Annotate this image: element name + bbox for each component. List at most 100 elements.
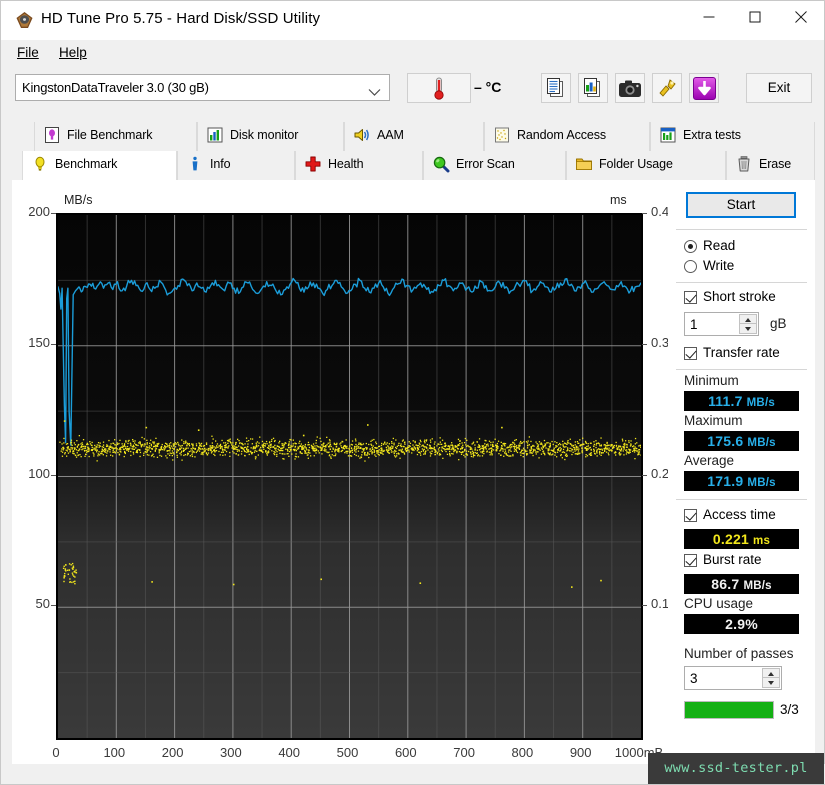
tab-extra-tests[interactable]: Extra tests — [650, 122, 815, 151]
burst-rate-number: 86.7 — [711, 576, 740, 592]
maximize-button[interactable] — [732, 1, 778, 33]
y-tick-label: 100 — [28, 465, 50, 481]
short-stroke-stepper[interactable]: 1 — [684, 312, 759, 336]
maximum-label: Maximum — [684, 413, 743, 428]
short-stroke-decrement[interactable] — [739, 323, 757, 334]
bar-chart-icon — [206, 126, 226, 146]
x-tick-label: 700 — [453, 745, 475, 760]
x-tick-label: 600 — [394, 745, 417, 760]
menu-item-help[interactable]: Help — [51, 43, 95, 62]
y-tick-mark — [51, 474, 56, 476]
tab-row-bottom: Benchmark Info Health Error Scan Folder … — [12, 151, 815, 180]
x-tick-label: 500 — [336, 745, 359, 760]
red-cross-icon — [304, 155, 324, 175]
tab-benchmark[interactable]: Benchmark — [22, 151, 177, 180]
start-button[interactable]: Start — [686, 192, 796, 218]
passes-stepper[interactable]: 3 — [684, 666, 782, 690]
minimize-button[interactable] — [686, 1, 732, 33]
checkbox-transfer-rate-box — [684, 347, 697, 360]
close-button[interactable] — [778, 1, 824, 33]
average-number: 171.9 — [707, 473, 744, 489]
short-stroke-unit: gB — [770, 316, 787, 331]
tab-folder-usage[interactable]: Folder Usage — [566, 151, 726, 180]
start-button-label: Start — [726, 197, 756, 212]
average-label: Average — [684, 453, 735, 468]
tab-erase[interactable]: Erase — [726, 151, 815, 180]
tab-error-scan-label: Error Scan — [456, 157, 515, 171]
trash-icon — [735, 155, 755, 175]
x-tick-label: 300 — [220, 745, 242, 760]
device-select[interactable]: KingstonDataTraveler 3.0 (30 gB) — [15, 74, 390, 101]
x-tick-label: 900 — [569, 745, 592, 760]
tab-error-scan[interactable]: Error Scan — [423, 151, 566, 180]
temperature-indicator — [407, 73, 471, 103]
progress-bar — [684, 701, 774, 719]
divider — [676, 229, 807, 230]
x-tick-label: 100 — [103, 745, 126, 760]
hdtune-logo-icon — [15, 11, 34, 30]
y2-tick-mark — [642, 605, 647, 607]
copy-image-button[interactable] — [578, 73, 608, 103]
tab-disk-monitor[interactable]: Disk monitor — [197, 122, 344, 151]
lightbulb-icon — [31, 155, 51, 175]
y-tick-label: 150 — [28, 334, 50, 350]
average-unit: MB/s — [747, 477, 776, 489]
y2-tick-mark — [642, 213, 647, 214]
minimum-label: Minimum — [684, 373, 739, 388]
magnifier-icon — [432, 155, 452, 175]
checkbox-transfer-rate-label: Transfer rate — [703, 345, 780, 360]
menu-file-label: File — [17, 45, 39, 60]
y2-tick-mark — [642, 343, 647, 345]
y2-tick-mark — [642, 474, 647, 476]
checkbox-burst-rate-box — [684, 554, 697, 567]
tab-erase-label: Erase — [759, 157, 792, 171]
settings-button[interactable] — [652, 73, 682, 103]
tab-benchmark-label: Benchmark — [55, 157, 118, 171]
tab-info-label: Info — [210, 157, 231, 171]
menu-bar: File Help — [1, 40, 824, 65]
y-tick-label: 50 — [35, 596, 50, 612]
cpu-usage-value: 2.9% — [684, 614, 799, 634]
tab-info[interactable]: Info — [177, 151, 295, 180]
access-time-number: 0.221 — [712, 531, 749, 547]
tab-random-access[interactable]: Random Access — [484, 122, 650, 151]
progress-text: 3/3 — [780, 702, 799, 717]
control-panel: Start Read Write Short stroke 1 gB Trans… — [668, 181, 815, 766]
tab-file-benchmark[interactable]: File Benchmark — [34, 122, 197, 151]
tab-file-benchmark-label: File Benchmark — [67, 128, 153, 142]
exit-button-label: Exit — [767, 80, 791, 95]
chart-y2label: ms — [610, 193, 627, 207]
tab-random-access-label: Random Access — [517, 128, 607, 142]
checkbox-access-time-label: Access time — [703, 507, 776, 522]
speaker-icon — [353, 126, 373, 146]
menu-help-label: Help — [59, 45, 87, 60]
burst-rate-value: 86.7 MB/s — [684, 574, 799, 594]
tab-bar: File Benchmark Disk monitor AAM Random A… — [12, 122, 815, 180]
folder-icon — [575, 155, 595, 175]
x-tick-label: 0 — [52, 745, 60, 760]
radio-read-label: Read — [703, 238, 736, 253]
tab-health[interactable]: Health — [295, 151, 423, 180]
passes-decrement[interactable] — [762, 677, 780, 688]
screenshot-button[interactable] — [615, 73, 645, 103]
exit-button[interactable]: Exit — [746, 73, 812, 103]
maximum-value: 175.6 MB/s — [684, 431, 799, 451]
chevron-down-icon — [368, 84, 381, 102]
copy-text-button[interactable] — [541, 73, 571, 103]
extra-tests-icon — [659, 126, 679, 146]
x-tick-label: 400 — [278, 745, 301, 760]
divider — [676, 369, 807, 370]
tab-folder-usage-label: Folder Usage — [599, 157, 673, 171]
device-select-value: KingstonDataTraveler 3.0 (30 gB) — [22, 80, 209, 95]
y-tick-mark — [51, 213, 56, 214]
maximum-unit: MB/s — [747, 437, 776, 449]
app-window: HD Tune Pro 5.75 - Hard Disk/SSD Utility… — [0, 0, 825, 785]
minimum-value: 111.7 MB/s — [684, 391, 799, 411]
tab-aam[interactable]: AAM — [344, 122, 484, 151]
short-stroke-value: 1 — [690, 317, 698, 332]
minimum-number: 111.7 — [708, 393, 743, 409]
chart-plot-area — [56, 213, 643, 740]
save-button[interactable] — [689, 73, 719, 103]
menu-item-file[interactable]: File — [9, 43, 47, 62]
file-benchmark-icon — [43, 126, 63, 146]
